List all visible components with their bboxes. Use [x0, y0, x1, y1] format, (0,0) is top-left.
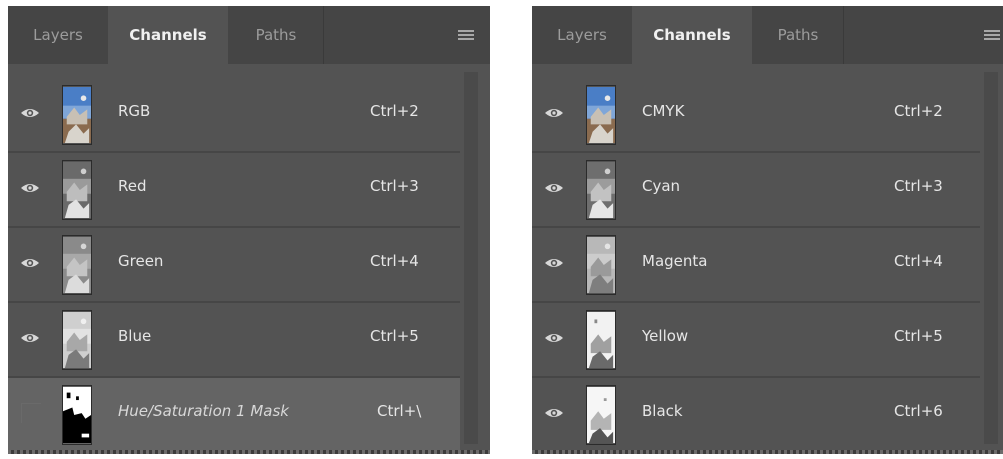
channel-row-cmyk[interactable]: CMYK Ctrl+2	[532, 78, 980, 153]
tab-paths[interactable]: Paths	[752, 6, 844, 64]
tab-divider	[843, 6, 844, 64]
scrollbar[interactable]	[984, 72, 998, 444]
channels-panel-cmyk: Layers Channels Paths CMYK Ctrl+2 Cyan C…	[532, 6, 1003, 454]
channel-thumbnail-red	[62, 160, 92, 220]
channel-row-hue-saturation-mask[interactable]: Hue/Saturation 1 Mask Ctrl+\	[8, 378, 460, 453]
channel-row-red[interactable]: Red Ctrl+3	[8, 153, 460, 228]
tab-channels[interactable]: Channels	[108, 6, 228, 64]
tab-layers[interactable]: Layers	[8, 6, 108, 64]
visibility-toggle-off[interactable]	[21, 403, 41, 423]
channels-panel-rgb: Layers Channels Paths RGB Ctrl+2 Red Ctr…	[8, 6, 490, 454]
channel-shortcut: Ctrl+5	[894, 327, 943, 345]
tab-label: Channels	[653, 26, 731, 44]
channel-name: Green	[118, 252, 164, 270]
channel-thumbnail-yellow	[586, 310, 616, 370]
channel-thumbnail-cyan	[586, 160, 616, 220]
tab-divider	[323, 6, 324, 64]
channel-name: Magenta	[642, 252, 708, 270]
eye-icon[interactable]	[20, 331, 40, 345]
panel-menu-icon[interactable]	[984, 30, 1000, 42]
eye-icon[interactable]	[20, 256, 40, 270]
channel-shortcut: Ctrl+6	[894, 402, 943, 420]
channel-thumbnail-magenta	[586, 235, 616, 295]
channel-shortcut: Ctrl+4	[370, 252, 419, 270]
channel-name: Blue	[118, 327, 152, 345]
channel-row-cyan[interactable]: Cyan Ctrl+3	[532, 153, 980, 228]
eye-icon[interactable]	[20, 106, 40, 120]
channel-thumbnail-cmyk	[586, 85, 616, 145]
channel-shortcut: Ctrl+5	[370, 327, 419, 345]
channel-name: Cyan	[642, 177, 681, 195]
channel-name: RGB	[118, 102, 151, 120]
eye-icon[interactable]	[20, 181, 40, 195]
channel-name: CMYK	[642, 102, 685, 120]
eye-icon[interactable]	[544, 106, 564, 120]
channel-row-green[interactable]: Green Ctrl+4	[8, 228, 460, 303]
channel-name: Black	[642, 402, 683, 420]
tab-label: Layers	[557, 26, 607, 44]
channel-shortcut: Ctrl+\	[377, 402, 422, 420]
channel-row-blue[interactable]: Blue Ctrl+5	[8, 303, 460, 378]
tab-label: Layers	[33, 26, 83, 44]
eye-icon[interactable]	[544, 181, 564, 195]
channel-thumbnail-blue	[62, 310, 92, 370]
channel-name: Hue/Saturation 1 Mask	[118, 402, 289, 420]
channel-row-rgb[interactable]: RGB Ctrl+2	[8, 78, 460, 153]
channel-shortcut: Ctrl+4	[894, 252, 943, 270]
panel-menu-icon[interactable]	[458, 30, 474, 42]
tab-paths[interactable]: Paths	[228, 6, 324, 64]
channel-row-yellow[interactable]: Yellow Ctrl+5	[532, 303, 980, 378]
channel-shortcut: Ctrl+3	[894, 177, 943, 195]
tab-label: Paths	[777, 26, 819, 44]
channel-row-magenta[interactable]: Magenta Ctrl+4	[532, 228, 980, 303]
channel-thumbnail-rgb	[62, 85, 92, 145]
panel-tab-bar: Layers Channels Paths	[8, 6, 490, 64]
channel-thumbnail-mask	[62, 385, 92, 445]
scrollbar[interactable]	[464, 72, 478, 444]
tab-label: Paths	[255, 26, 297, 44]
tab-label: Channels	[129, 26, 207, 44]
tab-layers[interactable]: Layers	[532, 6, 632, 64]
channel-thumbnail-green	[62, 235, 92, 295]
eye-icon[interactable]	[544, 256, 564, 270]
channel-thumbnail-black	[586, 385, 616, 445]
channel-row-black[interactable]: Black Ctrl+6	[532, 378, 980, 453]
eye-icon[interactable]	[544, 406, 564, 420]
eye-icon[interactable]	[544, 331, 564, 345]
channel-shortcut: Ctrl+2	[370, 102, 419, 120]
channel-shortcut: Ctrl+2	[894, 102, 943, 120]
panel-tab-bar: Layers Channels Paths	[532, 6, 1003, 64]
channel-shortcut: Ctrl+3	[370, 177, 419, 195]
channel-name: Red	[118, 177, 147, 195]
tab-channels[interactable]: Channels	[632, 6, 752, 64]
channel-name: Yellow	[642, 327, 689, 345]
